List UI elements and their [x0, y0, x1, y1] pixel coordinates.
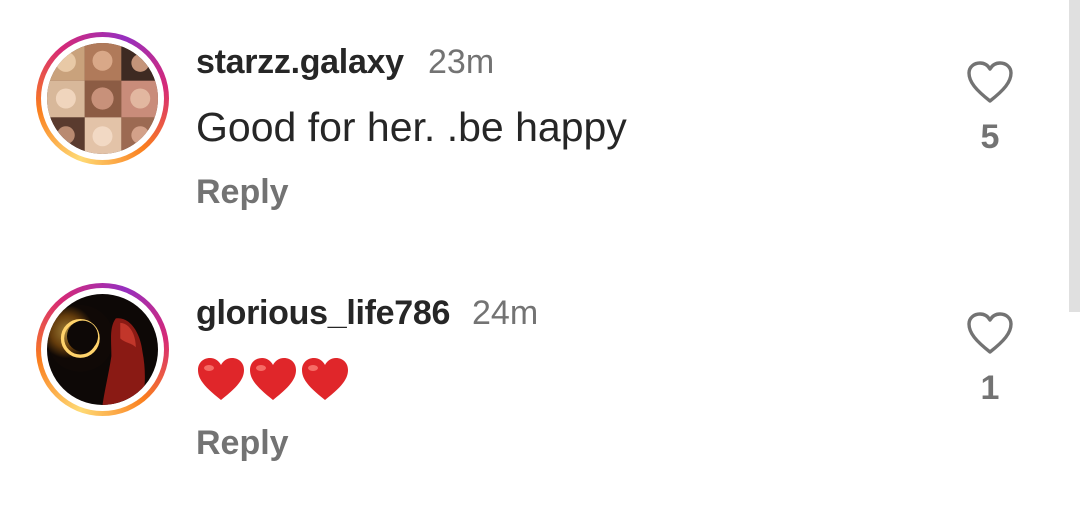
- red-heart-emoji-icon: [302, 358, 348, 401]
- red-heart-emoji-icon: [250, 358, 296, 401]
- comment-item: starzz.galaxy 23m Good for her. .be happ…: [0, 0, 1060, 220]
- username[interactable]: glorious_life786: [196, 294, 450, 333]
- reply-button[interactable]: Reply: [196, 424, 289, 463]
- heart-outline-icon[interactable]: [966, 60, 1014, 104]
- avatar[interactable]: [36, 283, 169, 416]
- scrollbar[interactable]: [1069, 0, 1080, 312]
- like-count: 5: [980, 118, 1000, 156]
- timestamp: 24m: [472, 294, 539, 332]
- like-count: 1: [980, 369, 1000, 407]
- collage-avatar-icon: [47, 43, 158, 154]
- username[interactable]: starzz.galaxy: [196, 43, 404, 82]
- red-heart-emoji-icon: [198, 358, 244, 401]
- comment-text: Good for her. .be happy: [196, 104, 627, 150]
- avatar[interactable]: [36, 32, 169, 165]
- reply-button[interactable]: Reply: [196, 173, 289, 212]
- comment-text: [196, 353, 352, 402]
- eclipse-avatar-icon: [47, 294, 158, 405]
- heart-outline-icon[interactable]: [966, 311, 1014, 355]
- timestamp: 23m: [428, 43, 495, 81]
- comment-item: glorious_life786 24m Reply 1: [0, 251, 1060, 471]
